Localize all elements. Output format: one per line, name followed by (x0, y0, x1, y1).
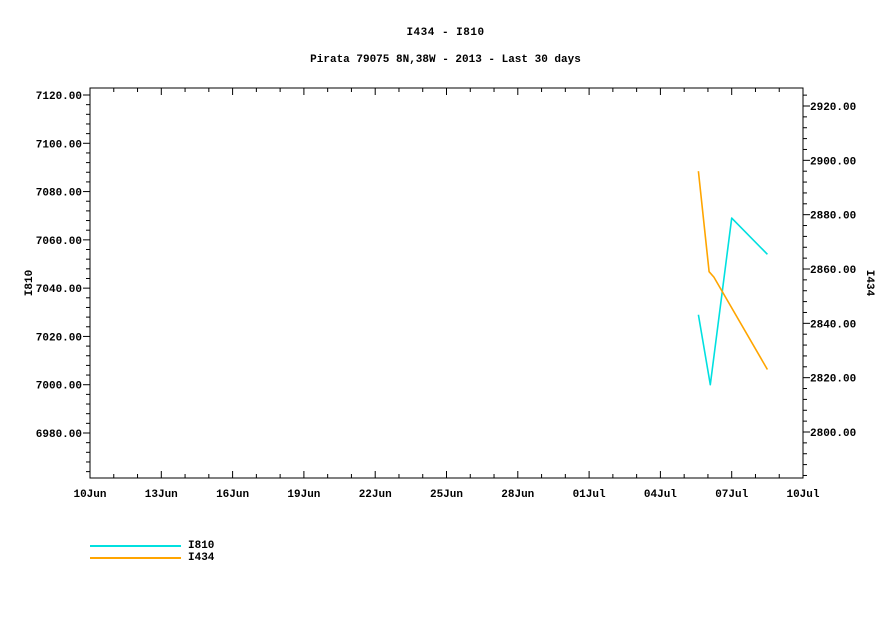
x-tick-label: 10Jun (73, 489, 106, 501)
y-left-tick-label: 6980.00 (36, 429, 82, 441)
legend-line-i810 (90, 545, 181, 547)
x-tick-label: 28Jun (501, 489, 534, 501)
x-tick-label: 10Jul (786, 489, 819, 501)
plot-canvas: 10Jun 13Jun 16Jun 19Jun 22Jun 25Jun 28Jun 01Jul… (36, 87, 856, 501)
y-left-tick-label: 7080.00 (36, 188, 82, 200)
plot-border (89, 87, 804, 479)
legend: I810 I434 (90, 540, 214, 564)
legend-item-i434: I434 (90, 552, 214, 564)
y-right-tick-label: 2920.00 (810, 102, 856, 114)
x-tick-label: 25Jun (430, 489, 463, 501)
chart-page: I434 - I810 Pirata 79075 8N,38W - 2013 -… (0, 0, 891, 630)
y-right-tick-label: 2800.00 (810, 428, 856, 440)
legend-line-i434 (90, 557, 181, 559)
y-left-tick-label: 7120.00 (36, 91, 82, 103)
legend-label-i810: I810 (188, 540, 215, 552)
x-tick-label: 19Jun (287, 489, 320, 501)
y-left-tick-label: 7100.00 (36, 139, 82, 151)
legend-label-i434: I434 (188, 552, 215, 564)
y-right-tick-label: 2900.00 (810, 156, 856, 168)
y-right-tick-label: 2860.00 (810, 265, 856, 277)
y-right-tick-label: 2820.00 (810, 374, 856, 386)
y-right-tick-label: 2880.00 (810, 211, 856, 223)
y-left-tick-label: 7060.00 (36, 236, 82, 248)
x-tick-label: 16Jun (216, 489, 249, 501)
x-tick-label: 01Jul (573, 489, 606, 501)
y-right-tick-label: 2840.00 (810, 319, 856, 331)
x-tick-label: 04Jul (644, 489, 677, 501)
legend-item-i810: I810 (90, 540, 214, 552)
series-line-i810 (697, 217, 768, 386)
x-tick-label: 22Jun (359, 489, 392, 501)
x-tick-label: 13Jun (145, 489, 178, 501)
y-left-tick-label: 7020.00 (36, 332, 82, 344)
series-line-i434 (697, 171, 769, 370)
y-left-tick-label: 7040.00 (36, 284, 82, 296)
x-tick-label: 07Jul (715, 489, 748, 501)
y-left-tick-label: 7000.00 (36, 381, 82, 393)
